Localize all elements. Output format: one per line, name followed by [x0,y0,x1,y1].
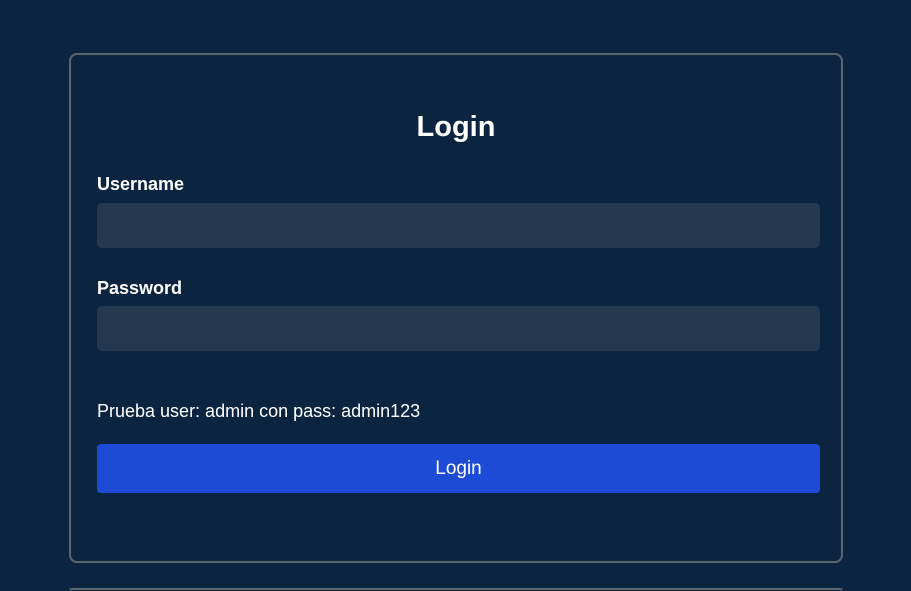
login-card: Login Username Password Prueba user: adm… [69,53,843,563]
page-title: Login [416,111,496,143]
password-input[interactable] [97,306,820,351]
username-label: Username [97,174,185,194]
credentials-hint: Prueba user: admin con pass: admin123 [97,401,421,421]
login-button[interactable]: Login [97,444,820,493]
password-label: Password [97,278,183,298]
username-input[interactable] [97,203,820,248]
